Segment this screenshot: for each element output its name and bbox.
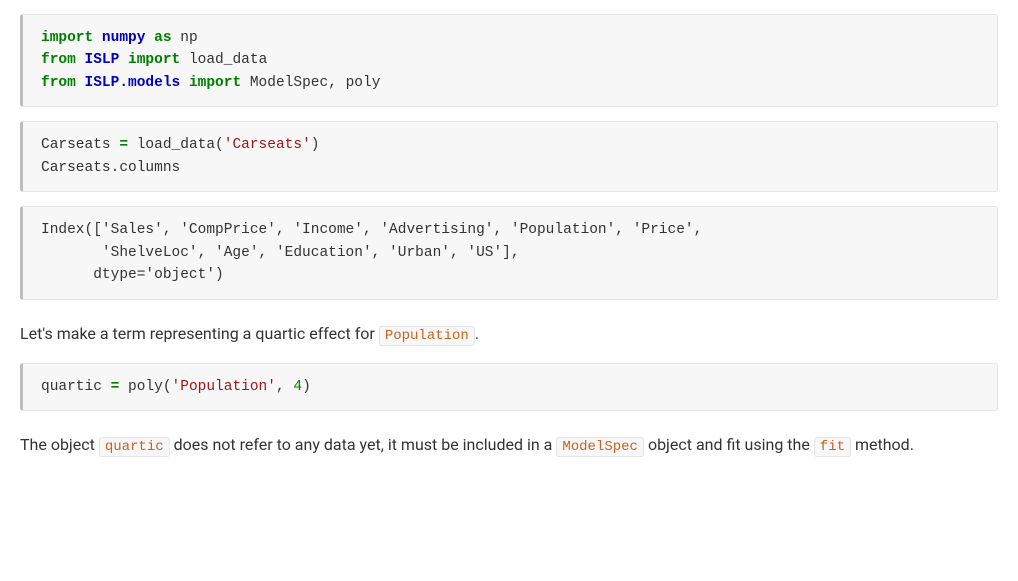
name-poly: poly (346, 75, 381, 91)
paren-close: ) (302, 379, 311, 395)
inline-code-fit: fit (814, 437, 851, 457)
number-four: 4 (293, 379, 302, 395)
comma: , (328, 75, 345, 91)
inline-code-quartic: quartic (99, 437, 170, 457)
output-cell-columns: Index(['Sales', 'CompPrice', 'Income', '… (20, 206, 998, 299)
inline-code-modelspec: ModelSpec (556, 437, 644, 457)
text: The object (20, 435, 99, 454)
keyword-as: as (154, 30, 171, 46)
keyword-import: import (128, 52, 180, 68)
comma: , (276, 379, 293, 395)
name-load-data: load_data (189, 52, 267, 68)
string-carseats: 'Carseats' (224, 137, 311, 153)
text: Let's make a term representing a quartic… (20, 324, 379, 343)
text: method. (851, 435, 914, 454)
op-equals: = (119, 137, 128, 153)
var-quartic: quartic (41, 379, 111, 395)
alias-np: np (180, 30, 197, 46)
code-cell-imports: import numpy as np from ISLP import load… (20, 14, 998, 107)
keyword-import: import (41, 30, 93, 46)
prose-quartic-explain: The object quartic does not refer to any… (20, 431, 998, 460)
call-poly: poly( (119, 379, 171, 395)
module-islp-models: ISLP.models (85, 75, 181, 91)
text: object and fit using the (644, 435, 814, 454)
inline-code-population: Population (379, 326, 475, 346)
string-population: 'Population' (172, 379, 276, 395)
var-carseats: Carseats (41, 137, 119, 153)
prose-quartic-intro: Let's make a term representing a quartic… (20, 320, 998, 349)
module-numpy: numpy (102, 30, 146, 46)
keyword-import: import (189, 75, 241, 91)
module-islp: ISLP (85, 52, 120, 68)
keyword-from: from (41, 52, 76, 68)
call-load-data: load_data( (128, 137, 224, 153)
name-modelspec: ModelSpec (250, 75, 328, 91)
code-cell-load-carseats: Carseats = load_data('Carseats') Carseat… (20, 121, 998, 192)
text: does not refer to any data yet, it must … (170, 435, 557, 454)
expr-columns: Carseats.columns (41, 160, 180, 176)
paren-close: ) (311, 137, 320, 153)
code-cell-quartic: quartic = poly('Population', 4) (20, 363, 998, 411)
text: . (475, 324, 479, 343)
keyword-from: from (41, 75, 76, 91)
